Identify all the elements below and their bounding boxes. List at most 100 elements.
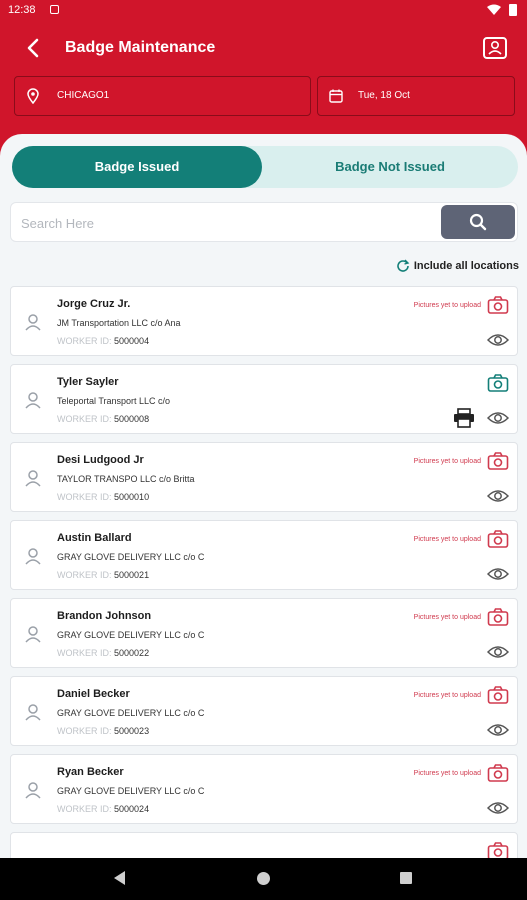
- include-all-locations-label: Include all locations: [413, 260, 519, 272]
- camera-icon[interactable]: [487, 607, 509, 627]
- search-bar: [10, 202, 518, 242]
- worker-company: GRAY GLOVE DELIVERY LLC c/o C: [57, 786, 205, 796]
- upload-status: Pictures yet to upload: [413, 458, 481, 465]
- view-eye-icon[interactable]: [487, 410, 509, 426]
- upload-status: Pictures yet to upload: [413, 770, 481, 777]
- view-eye-icon[interactable]: [487, 566, 509, 582]
- worker-id-row: WORKER ID: 5000021: [57, 570, 149, 580]
- worker-name: Brandon Johnson: [57, 610, 152, 622]
- view-eye-icon[interactable]: [487, 800, 509, 816]
- page-title: Badge Maintenance: [65, 39, 216, 56]
- upload-status: Pictures yet to upload: [413, 692, 481, 699]
- worker-name: Desi Ludgood Jr: [57, 454, 144, 466]
- worker-card[interactable]: Jorge Cruz Jr. JM Transportation LLC c/o…: [10, 286, 518, 356]
- content-sheet: Badge Issued Badge Not Issued Include al…: [0, 134, 527, 858]
- worker-name: Daniel Becker: [57, 688, 130, 700]
- refresh-icon: [397, 259, 410, 272]
- worker-company: Teleportal Transport LLC c/o: [57, 396, 171, 406]
- worker-id-row: WORKER ID: 5000010: [57, 492, 149, 502]
- worker-card[interactable]: Ryan Becker GRAY GLOVE DELIVERY LLC c/o …: [10, 754, 518, 824]
- view-eye-icon[interactable]: [487, 644, 509, 660]
- person-icon: [25, 392, 41, 409]
- worker-id-label: WORKER ID:: [57, 648, 112, 658]
- wifi-icon: [487, 4, 501, 15]
- camera-icon[interactable]: [487, 295, 509, 315]
- notification-icon: [50, 5, 59, 14]
- upload-status: Pictures yet to upload: [413, 536, 481, 543]
- worker-id-label: WORKER ID:: [57, 726, 112, 736]
- tab-badge-not-issued[interactable]: Badge Not Issued: [262, 146, 518, 188]
- person-icon: [25, 626, 41, 643]
- worker-card[interactable]: Austin Ballard GRAY GLOVE DELIVERY LLC c…: [10, 520, 518, 590]
- worker-company: GRAY GLOVE DELIVERY LLC c/o C: [57, 630, 205, 640]
- worker-company: JM Transportation LLC c/o Ana: [57, 318, 181, 328]
- calendar-icon: [329, 89, 343, 103]
- worker-company: GRAY GLOVE DELIVERY LLC c/o C: [57, 552, 205, 562]
- back-arrow-icon[interactable]: [22, 36, 46, 60]
- search-icon: [469, 213, 487, 231]
- worker-id: 5000023: [114, 726, 150, 736]
- upload-status: Pictures yet to upload: [413, 302, 481, 309]
- nav-back-icon[interactable]: [114, 871, 125, 885]
- worker-id-row: WORKER ID: 5000022: [57, 648, 149, 658]
- person-icon: [25, 704, 41, 721]
- worker-name: Tyler Sayler: [57, 376, 119, 388]
- worker-card[interactable]: Brandon Johnson GRAY GLOVE DELIVERY LLC …: [10, 598, 518, 668]
- profile-button[interactable]: [483, 37, 507, 59]
- worker-name: Jorge Cruz Jr.: [57, 298, 131, 310]
- nav-recent-apps-icon[interactable]: [400, 872, 412, 884]
- view-eye-icon[interactable]: [487, 722, 509, 738]
- worker-id: 5000004: [114, 336, 150, 346]
- worker-id-row: WORKER ID: 5000008: [57, 414, 149, 424]
- app-screen: 12:38 Badge Maintenance CHICAGO1 Tue, 18…: [0, 0, 527, 858]
- location-selector[interactable]: CHICAGO1: [14, 76, 311, 116]
- worker-company: TAYLOR TRANSPO LLC c/o Britta: [57, 474, 195, 484]
- worker-id-row: WORKER ID: 5000024: [57, 804, 149, 814]
- worker-id-label: WORKER ID:: [57, 492, 112, 502]
- camera-icon[interactable]: [487, 373, 509, 393]
- camera-icon[interactable]: [487, 841, 509, 858]
- worker-id-label: WORKER ID:: [57, 414, 112, 424]
- worker-card[interactable]: Desi Ludgood Jr TAYLOR TRANSPO LLC c/o B…: [10, 442, 518, 512]
- search-input[interactable]: [21, 209, 421, 237]
- print-icon[interactable]: [453, 408, 475, 428]
- system-nav-bar: [0, 858, 527, 900]
- view-eye-icon[interactable]: [487, 488, 509, 504]
- tab-badge-issued[interactable]: Badge Issued: [12, 146, 262, 188]
- date-selector[interactable]: Tue, 18 Oct: [317, 76, 515, 116]
- worker-name: Ryan Becker: [57, 766, 124, 778]
- app-header: Badge Maintenance: [0, 28, 527, 68]
- user-icon: [488, 40, 502, 55]
- camera-icon[interactable]: [487, 763, 509, 783]
- person-icon: [25, 470, 41, 487]
- worker-name: Austin Ballard: [57, 532, 132, 544]
- worker-id-row: WORKER ID: 5000023: [57, 726, 149, 736]
- person-icon: [25, 314, 41, 331]
- worker-id-label: WORKER ID:: [57, 336, 112, 346]
- location-pin-icon: [27, 88, 39, 104]
- worker-card[interactable]: [10, 832, 518, 858]
- worker-id: 5000024: [114, 804, 150, 814]
- worker-id: 5000022: [114, 648, 150, 658]
- camera-icon[interactable]: [487, 529, 509, 549]
- nav-home-icon[interactable]: [257, 872, 270, 885]
- worker-id-label: WORKER ID:: [57, 570, 112, 580]
- upload-status: Pictures yet to upload: [413, 614, 481, 621]
- battery-icon: [509, 4, 517, 16]
- filter-bar: CHICAGO1 Tue, 18 Oct: [14, 76, 515, 116]
- view-eye-icon[interactable]: [487, 332, 509, 348]
- worker-id: 5000010: [114, 492, 150, 502]
- worker-card[interactable]: Daniel Becker GRAY GLOVE DELIVERY LLC c/…: [10, 676, 518, 746]
- search-button[interactable]: [441, 205, 515, 239]
- person-icon: [25, 548, 41, 565]
- person-icon: [25, 782, 41, 799]
- worker-card[interactable]: Tyler Sayler Teleportal Transport LLC c/…: [10, 364, 518, 434]
- worker-id: 5000021: [114, 570, 150, 580]
- worker-company: GRAY GLOVE DELIVERY LLC c/o C: [57, 708, 205, 718]
- camera-icon[interactable]: [487, 451, 509, 471]
- date-value: Tue, 18 Oct: [358, 90, 410, 101]
- camera-icon[interactable]: [487, 685, 509, 705]
- worker-id-label: WORKER ID:: [57, 804, 112, 814]
- include-all-locations-toggle[interactable]: Include all locations: [396, 258, 519, 272]
- worker-id-row: WORKER ID: 5000004: [57, 336, 149, 346]
